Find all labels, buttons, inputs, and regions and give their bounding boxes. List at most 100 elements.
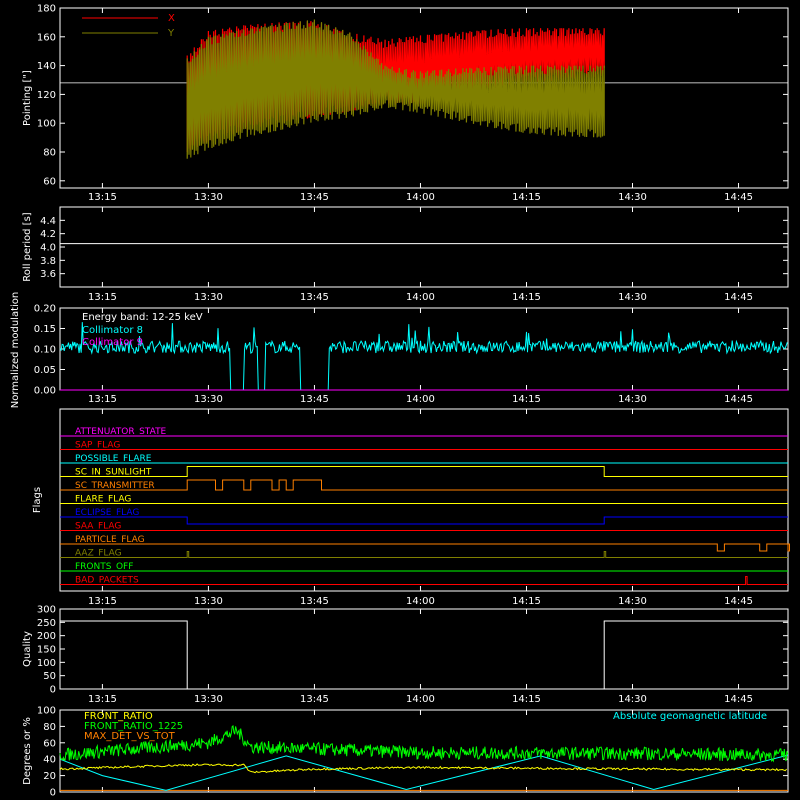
y-tick-label: 250 bbox=[37, 618, 56, 629]
x-tick-label: 14:30 bbox=[618, 192, 647, 203]
y-tick-label: 40 bbox=[43, 755, 56, 766]
x-tick-label: 13:45 bbox=[300, 596, 329, 607]
plot-area bbox=[60, 609, 788, 690]
y-tick-label: 0.20 bbox=[34, 304, 56, 315]
series-collimator-8 bbox=[59, 322, 788, 391]
geomagnetic-latitude-annotation: Absolute geomagnetic latitude bbox=[613, 711, 767, 722]
flag-line-sc-in-sunlight bbox=[60, 466, 788, 477]
y-tick-label: 20 bbox=[43, 771, 56, 782]
x-ticks-roll: 13:15 13:30 13:45 14:00 14:15 14:30 14:45 bbox=[88, 292, 753, 303]
y-tick-label: 0.10 bbox=[34, 345, 56, 356]
flag-line-bad-packets bbox=[60, 576, 788, 585]
y-tick-label: 100 bbox=[37, 706, 56, 717]
x-tick-label: 13:30 bbox=[194, 394, 223, 405]
x-tick-label: 14:00 bbox=[406, 394, 435, 405]
plot-area bbox=[60, 207, 788, 287]
y-tick-label: 120 bbox=[37, 90, 56, 101]
series-front-ratio bbox=[59, 763, 787, 774]
x-tick-label: 14:45 bbox=[724, 394, 753, 405]
y-tick-label: 3.6 bbox=[40, 269, 56, 280]
y-tick-label: 0.00 bbox=[34, 386, 56, 397]
x-tick-label: 14:45 bbox=[724, 596, 753, 607]
panel-roll-period: Roll period [s] 3.6 3.8 4.0 4.2 4.4 bbox=[22, 206, 789, 288]
legend-label-collimator-9: Collimator 9 bbox=[82, 337, 143, 348]
x-tick-label: 14:15 bbox=[512, 394, 541, 405]
x-tick-label: 14:45 bbox=[724, 292, 753, 303]
y-ticks: 3.6 3.8 4.0 4.2 4.4 bbox=[40, 216, 788, 280]
x-tick-label: 14:30 bbox=[618, 596, 647, 607]
figure: Pointing ["] 60 80 100 120 140 160 180 X Y 13:… bbox=[0, 0, 800, 800]
y-tick-label: 80 bbox=[43, 148, 56, 159]
x-tick-label: 14:00 bbox=[406, 596, 435, 607]
x-tick-label: 14:45 bbox=[724, 694, 753, 705]
x-tick-label: 13:45 bbox=[300, 292, 329, 303]
y-tick-label: 0 bbox=[50, 788, 56, 799]
flag-line-sc-transmitter bbox=[60, 479, 788, 491]
flag-line-particle-flag bbox=[60, 543, 790, 552]
x-ticks-quality: 13:15 13:30 13:45 14:00 14:15 14:30 14:45 bbox=[88, 694, 753, 705]
y-axis-label: Roll period [s] bbox=[22, 212, 33, 281]
x-tick-label: 13:15 bbox=[88, 292, 117, 303]
x-tick-label: 13:15 bbox=[88, 596, 117, 607]
x-tick-label: 14:30 bbox=[618, 292, 647, 303]
y-axis-label: Normalized modulation bbox=[10, 292, 21, 409]
legend: X Y bbox=[82, 13, 175, 39]
y-tick-label: 3.8 bbox=[40, 256, 56, 267]
y-tick-label: 4.2 bbox=[40, 229, 56, 240]
x-tick-label: 13:15 bbox=[88, 694, 117, 705]
y-tick-label: 100 bbox=[37, 119, 56, 130]
y-tick-label: 60 bbox=[43, 738, 56, 749]
panel-modulation: Normalized modulation 0.00 0.05 0.10 0.15 0.… bbox=[10, 292, 789, 409]
x-tick-label: 14:30 bbox=[618, 694, 647, 705]
y-tick-label: 4.4 bbox=[40, 216, 56, 227]
legend-label-max-det-vs-tot: MAX_DET_VS_TOT bbox=[84, 731, 176, 742]
y-tick-label: 4.0 bbox=[40, 243, 56, 254]
y-tick-label: 50 bbox=[43, 671, 56, 682]
x-tick-label: 13:45 bbox=[300, 192, 329, 203]
y-tick-label: 140 bbox=[37, 61, 56, 72]
y-tick-label: 300 bbox=[37, 605, 56, 616]
legend-label-collimator-8: Collimator 8 bbox=[82, 325, 143, 336]
panel-pointing: Pointing ["] 60 80 100 120 140 160 180 X Y bbox=[22, 4, 789, 189]
panel-ratios: Degrees or % 020406080100 FRONT_RATIO FR… bbox=[22, 706, 789, 799]
y-ticks: 0 50 100 150 200 250 300 bbox=[37, 605, 788, 696]
y-tick-label: 180 bbox=[37, 4, 56, 15]
x-tick-label: 14:00 bbox=[406, 192, 435, 203]
y-axis-label: Quality bbox=[22, 631, 33, 667]
x-tick-label: 13:15 bbox=[88, 192, 117, 203]
x-tick-label: 13:45 bbox=[300, 694, 329, 705]
x-tick-label: 13:30 bbox=[194, 694, 223, 705]
series-geomagnetic-latitude bbox=[59, 754, 789, 791]
plot-area: ATTENUATOR_STATESAP_FLAGPOSSIBLE_FLARESC… bbox=[60, 409, 790, 591]
y-tick-label: 160 bbox=[37, 32, 56, 43]
x-ticks-pointing: 13:15 13:30 13:45 14:00 14:15 14:30 14:45 bbox=[88, 192, 753, 203]
panel-flags: Flags ATTENUATOR_STATESAP_FLAGPOSSIBLE_F… bbox=[32, 408, 790, 592]
x-tick-label: 14:30 bbox=[618, 394, 647, 405]
y-tick-label: 80 bbox=[43, 722, 56, 733]
x-tick-label: 13:15 bbox=[88, 394, 117, 405]
y-tick-label: 0.15 bbox=[34, 324, 56, 335]
y-axis-label: Degrees or % bbox=[22, 717, 33, 785]
y-axis-label: Flags bbox=[32, 487, 43, 513]
x-tick-label: 14:45 bbox=[724, 192, 753, 203]
x-tick-label: 14:15 bbox=[512, 292, 541, 303]
y-tick-label: 150 bbox=[37, 645, 56, 656]
x-ticks-flags: 13:15 13:30 13:45 14:00 14:15 14:30 14:45 bbox=[88, 596, 753, 607]
legend-label-y: Y bbox=[167, 28, 175, 39]
x-tick-label: 14:15 bbox=[512, 596, 541, 607]
y-tick-label: 100 bbox=[37, 658, 56, 669]
y-tick-label: 0.05 bbox=[34, 365, 56, 376]
x-tick-label: 13:45 bbox=[300, 394, 329, 405]
y-tick-label: 60 bbox=[43, 176, 56, 187]
y-tick-label: 0 bbox=[50, 685, 56, 696]
energy-band-annotation: Energy band: 12-25 keV bbox=[82, 312, 203, 323]
x-tick-label: 13:30 bbox=[194, 596, 223, 607]
x-ticks-modulation: 13:15 13:30 13:45 14:00 14:15 14:30 14:45 bbox=[88, 394, 753, 405]
panel-frame bbox=[59, 206, 789, 288]
x-tick-label: 14:00 bbox=[406, 292, 435, 303]
series-quality bbox=[60, 620, 788, 690]
y-tick-label: 200 bbox=[37, 631, 56, 642]
legend-label-x: X bbox=[168, 13, 175, 24]
y-axis-label: Pointing ["] bbox=[22, 70, 33, 126]
x-tick-label: 14:15 bbox=[512, 192, 541, 203]
